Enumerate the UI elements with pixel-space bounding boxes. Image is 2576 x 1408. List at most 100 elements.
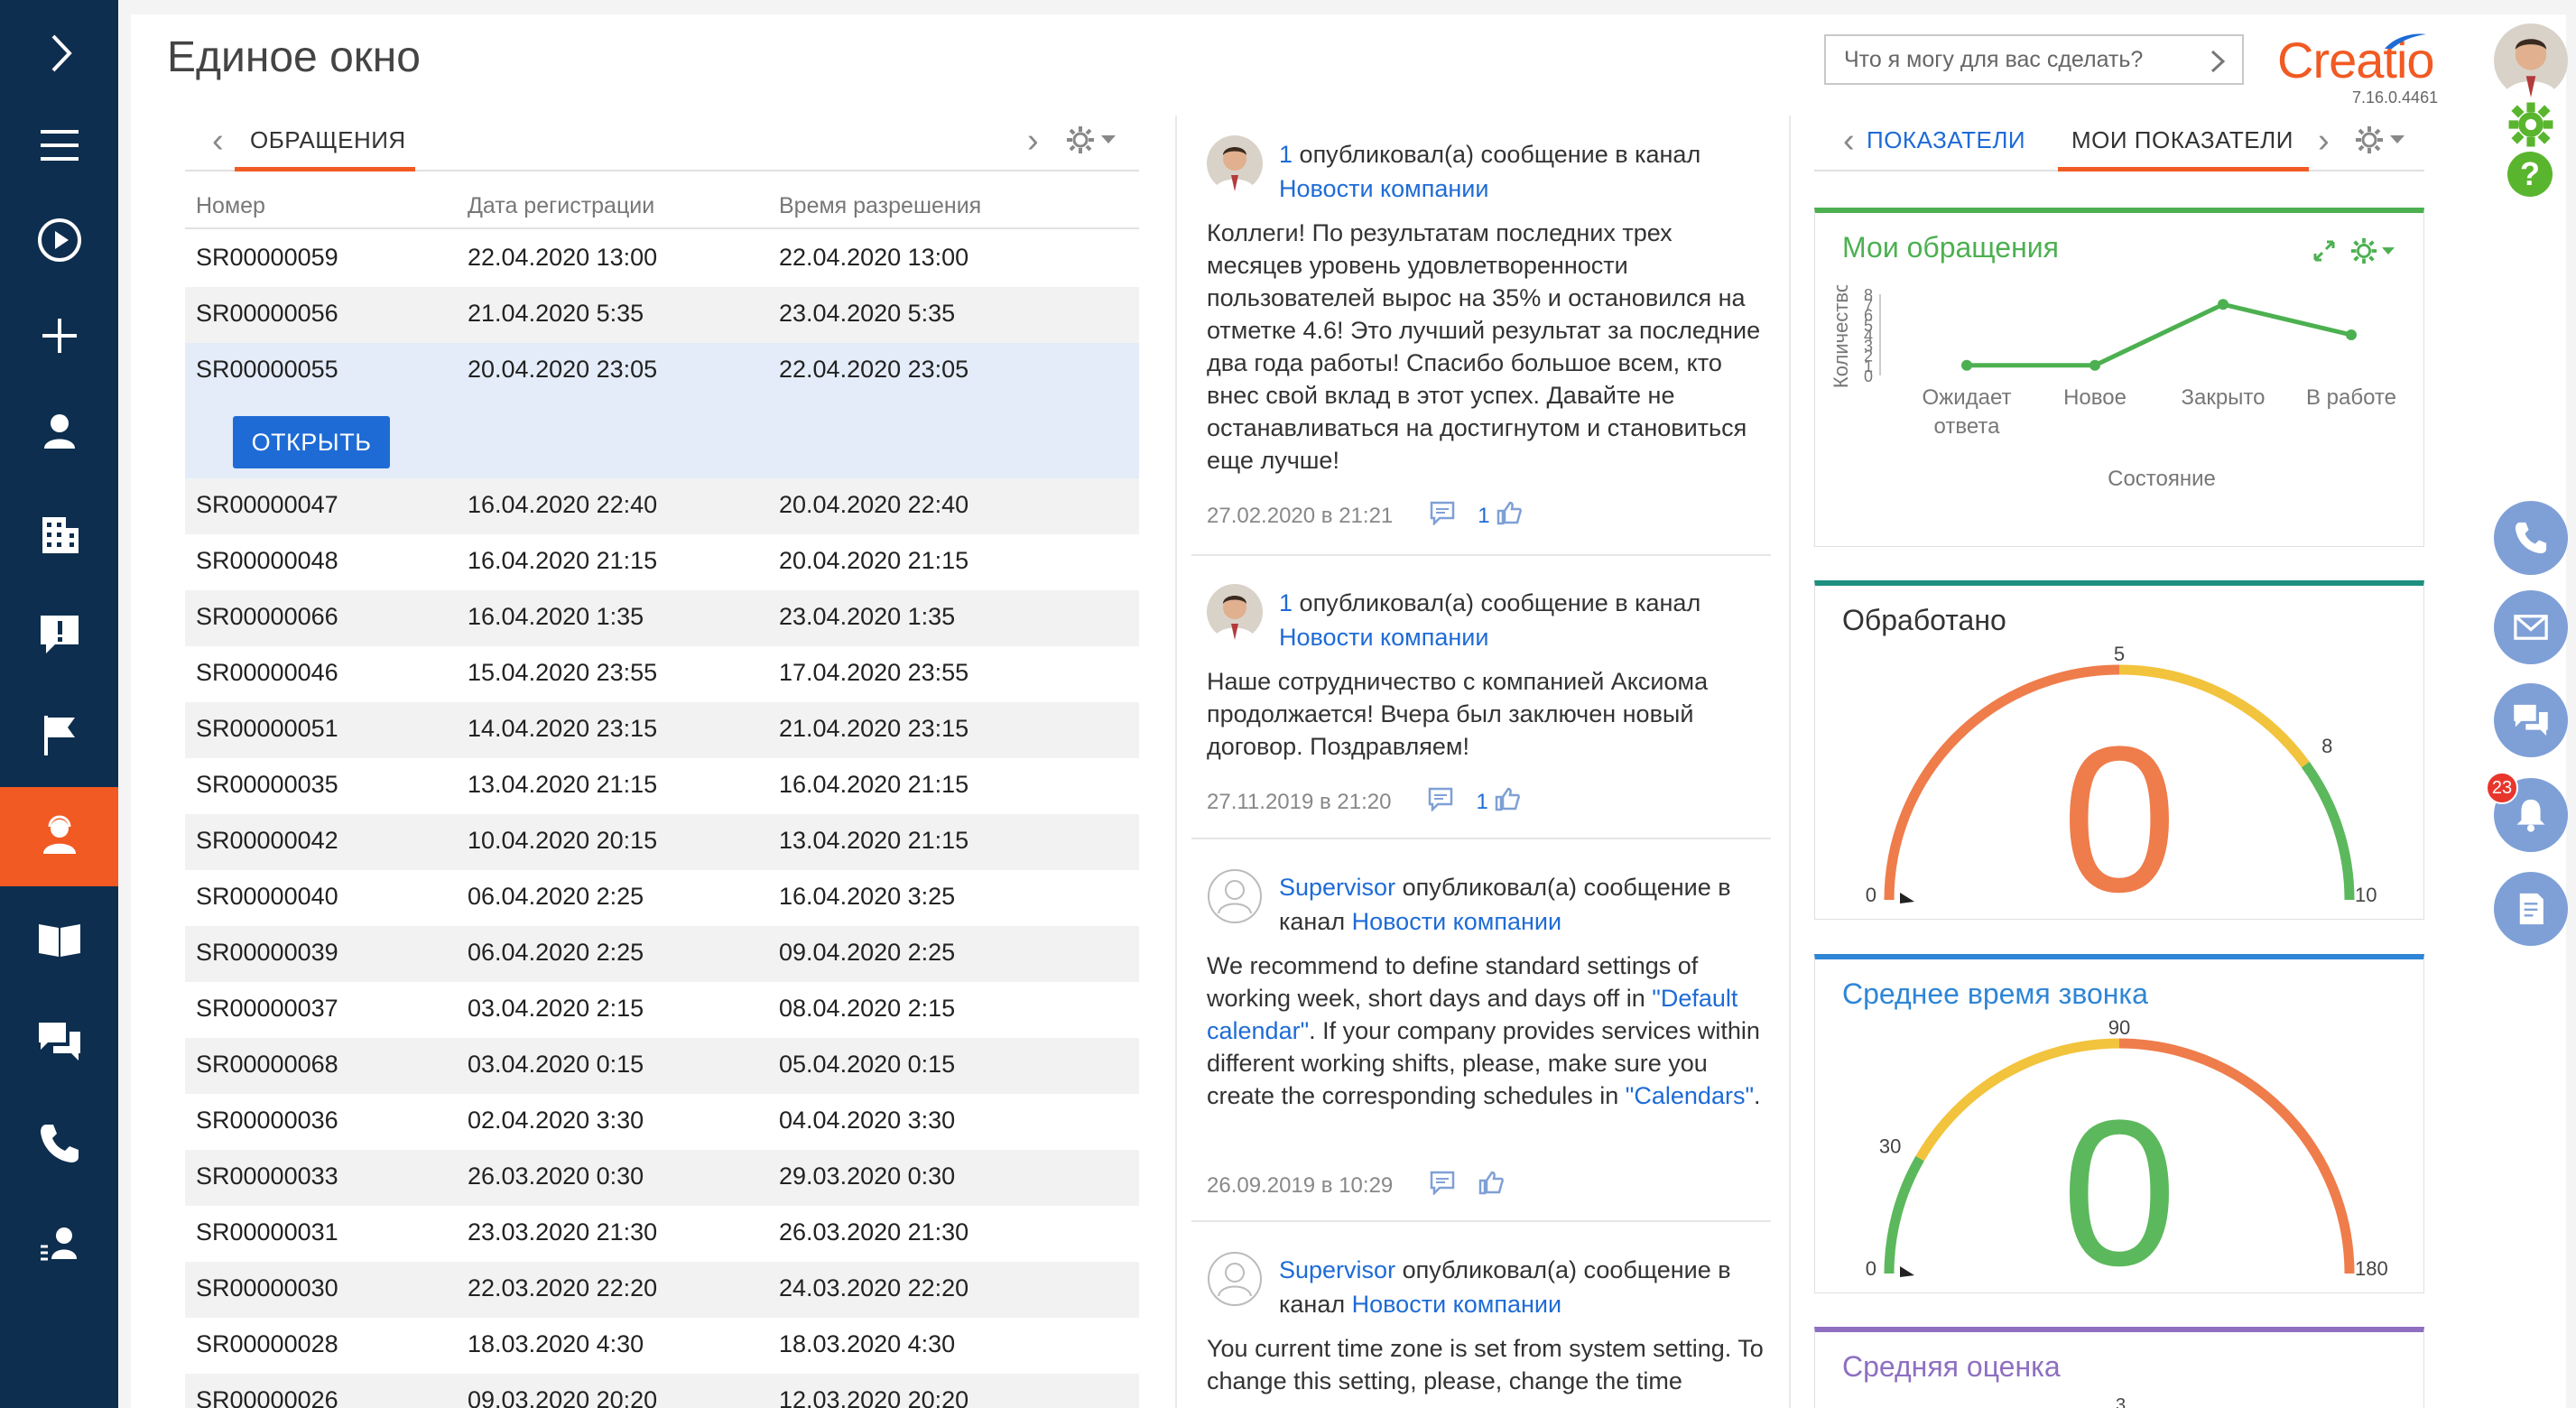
column-header-registration-date[interactable]: Дата регистрации: [468, 193, 654, 219]
case-number-cell[interactable]: SR00000031: [196, 1218, 338, 1246]
case-number-cell[interactable]: SR00000040: [196, 883, 338, 911]
cases-alert-icon[interactable]: [0, 585, 118, 684]
comment-icon[interactable]: [1429, 500, 1456, 532]
tab-my-dashboards[interactable]: МОИ ПОКАЗАТЕЛИ: [2071, 126, 2293, 154]
like-thumb-icon[interactable]: [1478, 1170, 1505, 1201]
default-avatar-icon[interactable]: [1207, 1251, 1263, 1307]
app-window: Единое окно ‹ ОБРАЩЕНИЯ › Номер Дата рег…: [0, 0, 2576, 1408]
case-number-cell[interactable]: SR00000059: [196, 244, 338, 272]
table-row[interactable]: SR00000026 09.03.2020 20:20 12.03.2020 20:…: [185, 1374, 1139, 1408]
dashboard-tab-next-icon[interactable]: ›: [2318, 123, 2330, 159]
case-number-cell[interactable]: SR00000047: [196, 491, 338, 519]
table-row[interactable]: SR00000042 10.04.2020 20:15 13.04.2020 21:…: [185, 814, 1139, 870]
comment-icon[interactable]: [1429, 1170, 1456, 1201]
table-row[interactable]: SR00000051 14.04.2020 23:15 21.04.2020 23:…: [185, 702, 1139, 758]
table-row[interactable]: SR00000046 15.04.2020 23:55 17.04.2020 23:…: [185, 646, 1139, 702]
table-row[interactable]: SR00000028 18.03.2020 4:30 18.03.2020 4:30: [185, 1318, 1139, 1374]
like-thumb-icon[interactable]: [1496, 500, 1523, 532]
table-row[interactable]: SR00000037 03.04.2020 2:15 08.04.2020 2:15: [185, 982, 1139, 1038]
command-search-input[interactable]: Что я могу для вас сделать?: [1824, 34, 2244, 85]
accounts-building-icon[interactable]: [0, 485, 118, 584]
call-center-phone-icon[interactable]: [2494, 501, 2568, 575]
post-author-link[interactable]: 1: [1279, 141, 1293, 168]
like-thumb-icon[interactable]: [1494, 786, 1521, 818]
cases-tab-bar: ‹ ОБРАЩЕНИЯ ›: [185, 116, 1139, 171]
case-number-cell[interactable]: SR00000051: [196, 715, 338, 743]
table-row[interactable]: SR00000035 13.04.2020 21:15 16.04.2020 21:…: [185, 758, 1139, 814]
knowledge-base-book-icon[interactable]: [0, 890, 118, 989]
table-row[interactable]: SR00000066 16.04.2020 1:35 23.04.2020 1:35: [185, 590, 1139, 646]
comment-icon[interactable]: [1427, 786, 1454, 818]
flag-icon[interactable]: [0, 685, 118, 784]
tab-prev-arrow-icon[interactable]: ‹: [212, 123, 224, 159]
table-row[interactable]: SR00000030 22.03.2020 22:20 24.03.2020 22:…: [185, 1262, 1139, 1318]
case-number-cell[interactable]: SR00000035: [196, 771, 338, 799]
table-row[interactable]: SR00000055 20.04.2020 23:05 22.04.2020 23:…: [185, 343, 1139, 478]
tab-cases[interactable]: ОБРАЩЕНИЯ: [250, 126, 406, 154]
post-author-link[interactable]: Supervisor: [1279, 874, 1395, 901]
case-number-cell[interactable]: SR00000055: [196, 356, 338, 384]
play-process-icon[interactable]: [0, 190, 118, 290]
post-channel-link[interactable]: Новости компании: [1279, 624, 1488, 651]
table-row[interactable]: SR00000040 06.04.2020 2:25 16.04.2020 3:25: [185, 870, 1139, 926]
case-number-cell[interactable]: SR00000028: [196, 1330, 338, 1358]
case-number-cell[interactable]: SR00000048: [196, 547, 338, 575]
chats-icon[interactable]: [0, 992, 118, 1091]
user-profile-avatar[interactable]: [2494, 23, 2568, 97]
post-author-link[interactable]: 1: [1279, 589, 1293, 616]
add-icon[interactable]: [0, 286, 118, 385]
dashboard-tab-prev-icon[interactable]: ‹: [1843, 123, 1855, 159]
chat-bubbles-icon[interactable]: [2494, 683, 2568, 757]
case-number-cell[interactable]: SR00000056: [196, 300, 338, 328]
case-number-cell[interactable]: SR00000042: [196, 827, 338, 855]
agent-desktop-icon[interactable]: [0, 787, 118, 886]
avg-call-time-gauge-widget: Среднее время звонка 0 30 90 180 0: [1814, 954, 2424, 1293]
open-case-button[interactable]: ОТКРЫТЬ: [233, 416, 390, 468]
cases-settings-gear-icon[interactable]: [1065, 125, 1116, 155]
email-envelope-icon[interactable]: [2494, 590, 2568, 664]
avatar[interactable]: [1207, 135, 1263, 191]
search-go-arrow-icon[interactable]: [2210, 49, 2226, 74]
case-number-cell[interactable]: SR00000066: [196, 603, 338, 631]
dashboard-settings-gear-icon[interactable]: [2354, 125, 2405, 155]
hamburger-menu-icon[interactable]: [0, 96, 118, 195]
case-number-cell[interactable]: SR00000068: [196, 1051, 338, 1079]
user-list-icon[interactable]: [0, 1194, 118, 1293]
case-number-cell[interactable]: SR00000030: [196, 1274, 338, 1302]
case-number-cell[interactable]: SR00000039: [196, 939, 338, 967]
case-number-cell[interactable]: SR00000033: [196, 1163, 338, 1190]
expand-menu-icon[interactable]: [0, 4, 118, 103]
table-row[interactable]: SR00000039 06.04.2020 2:25 09.04.2020 2:25: [185, 926, 1139, 982]
table-row[interactable]: SR00000048 16.04.2020 21:15 20.04.2020 21:…: [185, 534, 1139, 590]
column-header-number[interactable]: Номер: [196, 193, 265, 219]
expand-widget-icon[interactable]: [2312, 238, 2337, 264]
gauge-tick-label: 3: [2116, 1395, 2127, 1408]
table-row[interactable]: SR00000036 02.04.2020 3:30 04.04.2020 3:30: [185, 1094, 1139, 1150]
case-number-cell[interactable]: SR00000036: [196, 1107, 338, 1135]
post-channel-link[interactable]: Новости компании: [1279, 175, 1488, 202]
tab-next-arrow-icon[interactable]: ›: [1027, 123, 1039, 159]
esn-feed-document-icon[interactable]: [2494, 872, 2568, 946]
post-channel-link[interactable]: Новости компании: [1352, 1291, 1561, 1318]
phone-icon[interactable]: [0, 1094, 118, 1193]
case-number-cell[interactable]: SR00000046: [196, 659, 338, 687]
case-number-cell[interactable]: SR00000037: [196, 995, 338, 1023]
table-row[interactable]: SR00000031 23.03.2020 21:30 26.03.2020 21:…: [185, 1206, 1139, 1262]
post-channel-link[interactable]: Новости компании: [1352, 908, 1561, 935]
column-header-resolution-time[interactable]: Время разрешения: [779, 193, 981, 219]
table-row[interactable]: SR00000056 21.04.2020 5:35 23.04.2020 5:35: [185, 287, 1139, 343]
table-row[interactable]: SR00000047 16.04.2020 22:40 20.04.2020 22:…: [185, 478, 1139, 534]
tab-dashboards[interactable]: ПОКАЗАТЕЛИ: [1867, 126, 2025, 154]
case-number-cell[interactable]: SR00000026: [196, 1386, 338, 1408]
calendars-link[interactable]: "Calendars": [1626, 1082, 1754, 1109]
system-settings-gear-icon[interactable]: [2507, 101, 2554, 148]
post-author-link[interactable]: Supervisor: [1279, 1256, 1395, 1283]
contacts-icon[interactable]: [0, 382, 118, 481]
help-question-icon[interactable]: ?: [2507, 152, 2553, 197]
avatar[interactable]: [1207, 584, 1263, 640]
table-row[interactable]: SR00000059 22.04.2020 13:00 22.04.2020 13:…: [185, 231, 1139, 287]
default-avatar-icon[interactable]: [1207, 868, 1263, 924]
table-row[interactable]: SR00000033 26.03.2020 0:30 29.03.2020 0:30: [185, 1150, 1139, 1206]
widget-settings-gear-icon[interactable]: [2349, 236, 2395, 265]
table-row[interactable]: SR00000068 03.04.2020 0:15 05.04.2020 0:15: [185, 1038, 1139, 1094]
